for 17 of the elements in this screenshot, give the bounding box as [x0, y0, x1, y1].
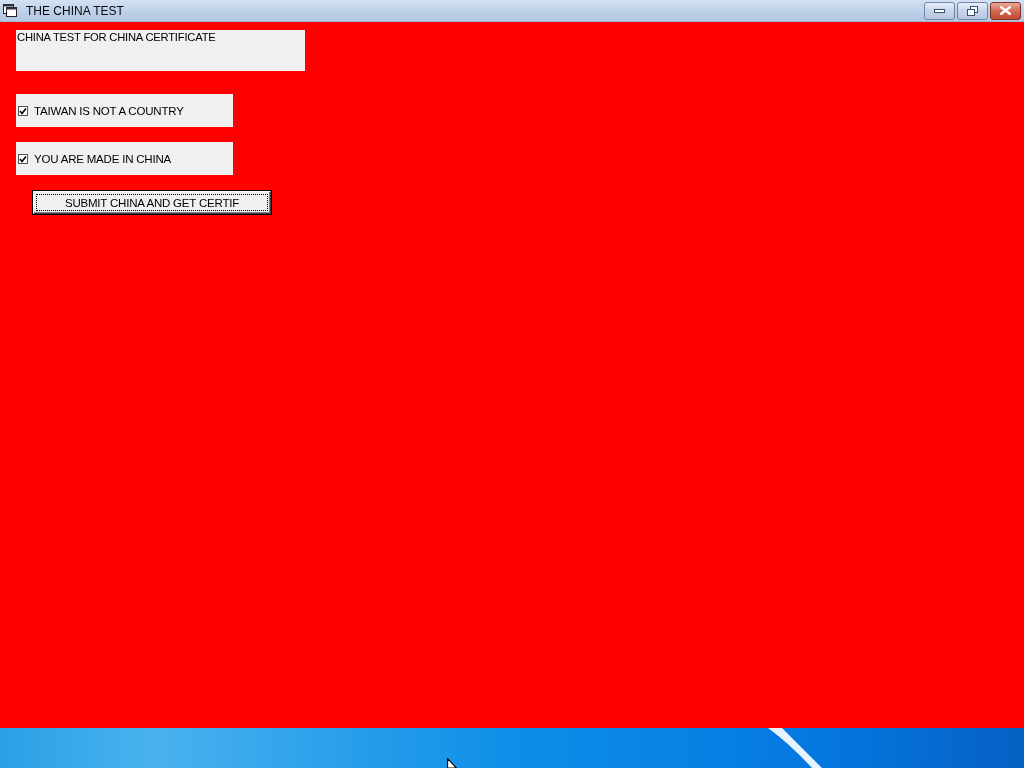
checkbox-row[interactable]: TAIWAN IS NOT A COUNTRY — [16, 94, 233, 127]
mouse-pointer-icon — [447, 758, 457, 768]
checkbox[interactable] — [18, 153, 28, 164]
checkbox[interactable] — [18, 105, 28, 116]
minimize-button[interactable] — [924, 1, 955, 20]
app-window-icon — [3, 4, 17, 17]
checkbox-row[interactable]: YOU ARE MADE IN CHINA — [16, 142, 233, 175]
window-title: THE CHINA TEST — [26, 3, 124, 18]
minimize-icon — [934, 8, 945, 13]
restore-icon — [967, 5, 978, 16]
close-button[interactable] — [990, 1, 1021, 20]
close-icon — [1000, 6, 1011, 15]
heading-label: CHINA TEST FOR CHINA CERTIFICATE — [16, 30, 305, 71]
checkbox-label: TAIWAN IS NOT A COUNTRY — [34, 104, 184, 117]
checkbox-label: YOU ARE MADE IN CHINA — [34, 152, 172, 165]
restore-button[interactable] — [957, 1, 988, 20]
submit-button[interactable]: SUBMIT CHINA AND GET CERTIF — [33, 191, 271, 214]
